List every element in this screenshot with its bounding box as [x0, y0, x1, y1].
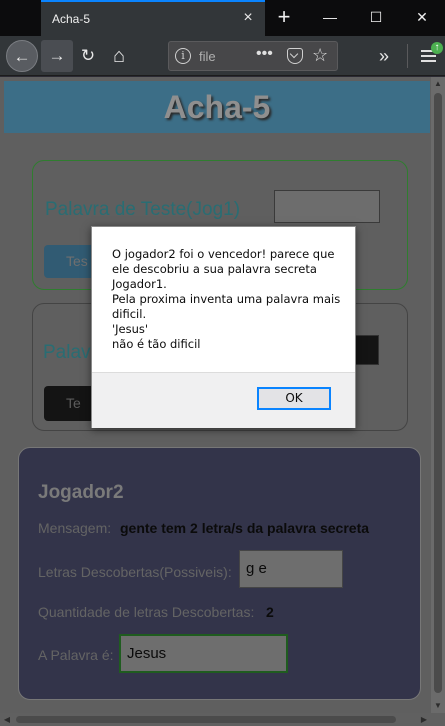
discovered-letters-field[interactable]: g e: [239, 550, 343, 588]
forward-arrow-icon[interactable]: →: [41, 40, 73, 72]
update-badge-icon: ↑: [431, 42, 443, 54]
letter-count-label: Quantidade de letras Descobertas:: [38, 604, 255, 620]
bookmark-star-icon[interactable]: ☆: [312, 45, 328, 66]
minimize-icon[interactable]: —: [307, 0, 353, 36]
back-arrow-icon[interactable]: ←: [6, 40, 38, 72]
ok-button[interactable]: OK: [257, 387, 331, 410]
scroll-down-arrow-icon[interactable]: ▼: [431, 699, 445, 713]
guess-word-label: Palav: [43, 342, 91, 363]
hamburger-menu-icon[interactable]: ↑: [413, 40, 445, 72]
browser-tab[interactable]: Acha-5 ×: [41, 0, 265, 36]
message-text: gente tem 2 letra/s da palavra secreta: [120, 520, 370, 536]
letter-count-value: 2: [266, 604, 274, 620]
page-header: Acha-5: [4, 81, 430, 133]
pocket-icon[interactable]: [287, 48, 303, 64]
info-icon[interactable]: i: [175, 48, 191, 64]
horizontal-scroll-thumb[interactable]: [16, 716, 396, 723]
test-word-label: Palavra de Teste(Jog1): [45, 199, 241, 220]
alert-footer: OK: [92, 372, 355, 428]
page-actions-icon[interactable]: •••: [256, 45, 273, 63]
test-word-input[interactable]: [274, 190, 380, 223]
player2-title: Jogador2: [38, 482, 124, 503]
word-label: A Palavra é:: [38, 647, 114, 663]
tab-bar: Acha-5 × + — ☐ ✕: [0, 0, 445, 36]
alert-dialog: O jogador2 foi o vencedor! parece que el…: [91, 226, 356, 428]
tab-close-icon[interactable]: ×: [239, 9, 257, 27]
page-title: Acha-5: [163, 89, 271, 125]
scroll-right-arrow-icon[interactable]: ▶: [417, 713, 431, 726]
tab-title: Acha-5: [52, 12, 91, 26]
discovered-letters-label: Letras Descobertas(Possiveis):: [38, 564, 232, 580]
window-close-icon[interactable]: ✕: [399, 0, 445, 36]
home-icon[interactable]: ⌂: [103, 40, 135, 72]
maximize-icon[interactable]: ☐: [353, 0, 399, 36]
word-field[interactable]: Jesus: [119, 634, 288, 673]
message-label: Mensagem:: [38, 520, 112, 536]
scroll-left-arrow-icon[interactable]: ◀: [0, 713, 14, 726]
url-text[interactable]: file: [199, 49, 216, 64]
player2-status-panel: Jogador2 Mensagem: gente tem 2 letra/s d…: [18, 447, 421, 700]
vertical-scrollbar[interactable]: ▲ ▼: [431, 77, 445, 713]
scroll-up-arrow-icon[interactable]: ▲: [431, 77, 445, 91]
alert-message: O jogador2 foi o vencedor! parece que el…: [112, 247, 341, 351]
navigation-toolbar: ← → ↻ ⌂ i file ••• ☆ » ↑: [0, 36, 445, 76]
reload-icon[interactable]: ↻: [72, 40, 104, 72]
url-bar[interactable]: i file ••• ☆: [168, 41, 338, 71]
horizontal-scrollbar[interactable]: ◀ ▶: [0, 713, 445, 726]
toolbar-divider: [407, 44, 408, 68]
vertical-scroll-thumb[interactable]: [434, 93, 442, 693]
new-tab-icon[interactable]: +: [270, 4, 298, 32]
overflow-chevron-icon[interactable]: »: [368, 40, 400, 72]
